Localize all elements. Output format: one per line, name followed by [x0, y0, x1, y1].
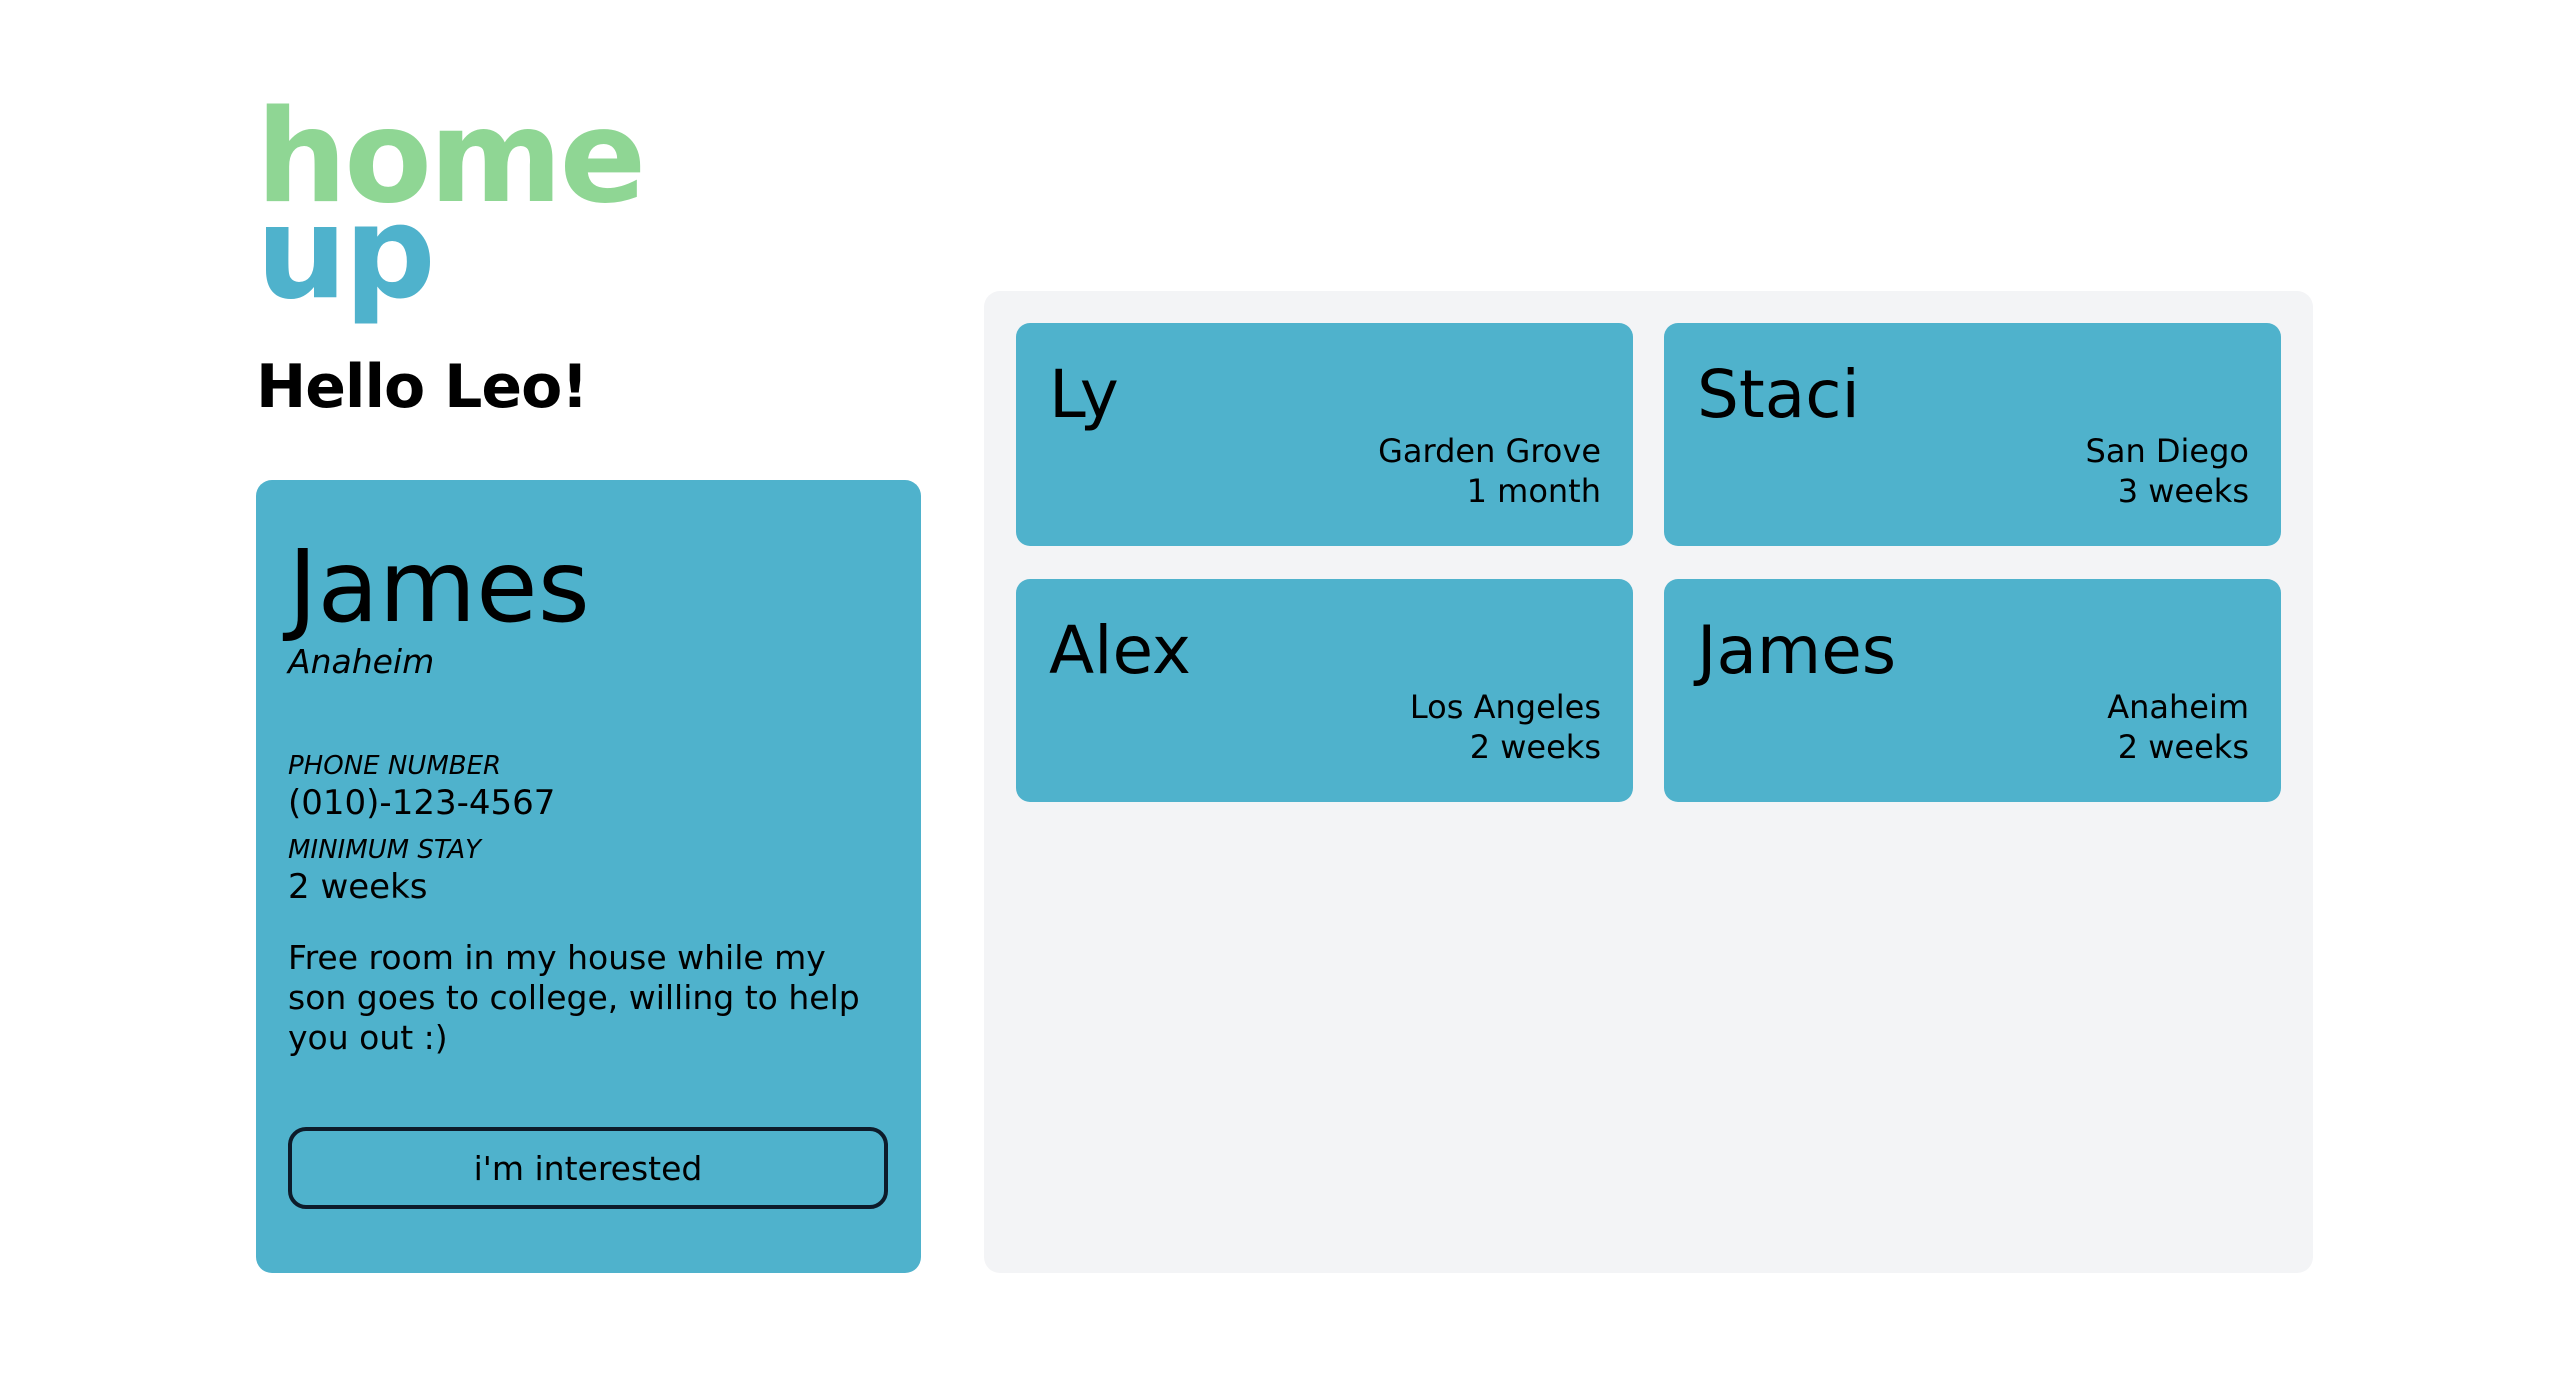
listing-name: Ly — [1049, 356, 1119, 433]
listing-meta: Los Angeles 2 weeks — [1410, 687, 1601, 767]
phone-label: PHONE NUMBER — [288, 751, 502, 781]
listing-meta: Garden Grove 1 month — [1378, 431, 1601, 511]
listing-city: Garden Grove — [1378, 432, 1601, 470]
listing-card[interactable]: Staci San Diego 3 weeks — [1664, 323, 2281, 546]
listing-city: Anaheim — [2107, 688, 2249, 726]
listing-card[interactable]: James Anaheim 2 weeks — [1664, 579, 2281, 802]
listing-meta: San Diego 3 weeks — [2086, 431, 2249, 511]
listing-duration: 2 weeks — [2117, 728, 2249, 766]
min-stay-value: 2 weeks — [288, 867, 428, 907]
host-city: Anaheim — [288, 642, 435, 681]
listing-card[interactable]: Ly Garden Grove 1 month — [1016, 323, 1633, 546]
listing-description: Free room in my house while my son goes … — [288, 938, 860, 1057]
listing-duration: 2 weeks — [1469, 728, 1601, 766]
homeup-logo: home up — [256, 94, 646, 318]
listing-name: James — [1697, 612, 1897, 689]
min-stay-label: MINIMUM STAY — [288, 835, 482, 865]
page: home up Hello Leo! James Anaheim PHONE N… — [0, 0, 2558, 1382]
listings-panel: Ly Garden Grove 1 month Staci San Diego … — [984, 291, 2313, 1273]
greeting-heading: Hello Leo! — [256, 352, 589, 422]
listing-name: Alex — [1049, 612, 1191, 689]
listing-card[interactable]: Alex Los Angeles 2 weeks — [1016, 579, 1633, 802]
listing-name: Staci — [1697, 356, 1860, 433]
listing-city: San Diego — [2085, 432, 2249, 470]
listing-duration: 3 weeks — [2117, 472, 2249, 510]
phone-value: (010)-123-4567 — [288, 783, 556, 823]
interested-button[interactable]: i'm interested — [288, 1127, 888, 1209]
listing-meta: Anaheim 2 weeks — [2107, 687, 2249, 767]
listing-detail-card: James Anaheim PHONE NUMBER (010)-123-456… — [256, 480, 921, 1273]
listing-duration: 1 month — [1466, 472, 1601, 510]
host-name: James — [288, 528, 590, 645]
listing-city: Los Angeles — [1409, 688, 1601, 726]
